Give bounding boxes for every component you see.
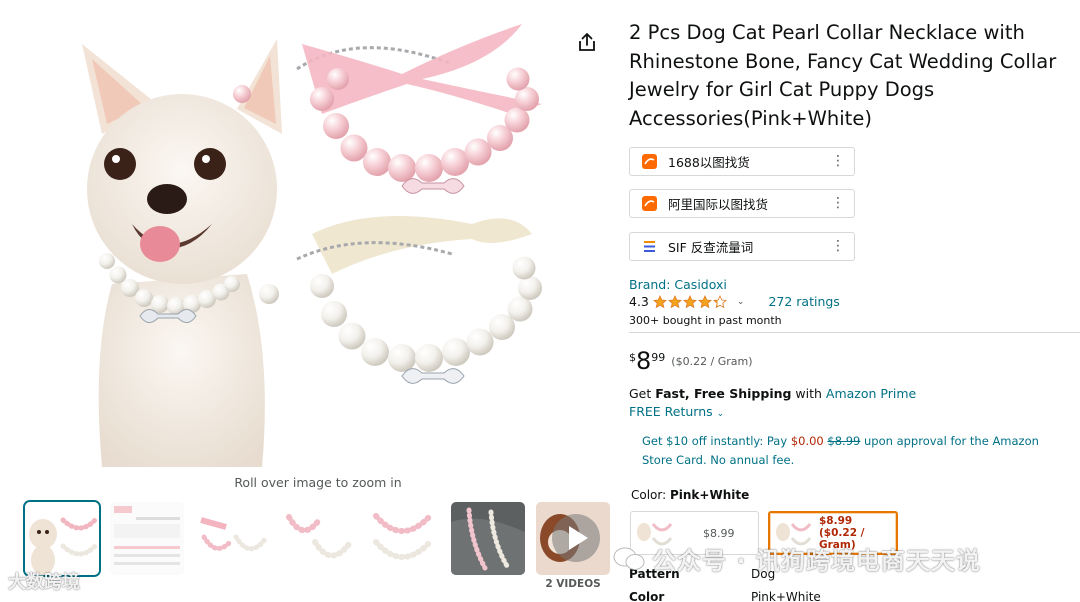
free-returns-link[interactable]: FREE Returns ⌄ <box>629 404 724 419</box>
wechat-icon <box>613 547 645 570</box>
bought-in-past-month: 300+ bought in past month <box>629 314 782 327</box>
selected-color-value: Pink+White <box>669 488 750 502</box>
watermark-text: 公众号 · 讯狗跨境电商天天说 <box>652 547 981 575</box>
rating-value: 4.3 <box>629 294 649 309</box>
shipping-prefix: Get <box>629 386 656 401</box>
sif-icon <box>642 239 657 254</box>
price-block: $ 8 99 ($0.22 / Gram) <box>629 348 753 374</box>
star-icon <box>652 294 667 308</box>
thumbnail-pearl-pair-a[interactable] <box>196 502 270 575</box>
more-options-icon[interactable]: ⋮ <box>831 239 845 254</box>
free-returns-label: FREE Returns <box>629 404 713 419</box>
plugin-alibaba-image-search[interactable]: 阿里国际以图找货 ⋮ <box>629 189 855 218</box>
store-card-promo[interactable]: Get $10 off instantly: Pay $0.00 $8.99 u… <box>642 432 1072 470</box>
thumbnail-pearl-pair-c[interactable] <box>366 502 440 575</box>
plugin-label: 阿里国际以图找货 <box>668 197 769 212</box>
star-icon <box>712 294 727 308</box>
plugin-label: SIF 反查流量词 <box>668 240 754 255</box>
brand-link[interactable]: Brand: Casidoxi <box>629 277 727 292</box>
unit-price: ($0.22 / Gram) <box>671 355 753 368</box>
color-selector-label: Color: Pink+White <box>631 488 749 502</box>
thumbnail-size-chart[interactable] <box>110 502 184 575</box>
thumbnail-pearl-pair-b[interactable] <box>281 502 355 575</box>
price-whole: 8 <box>636 347 652 375</box>
chevron-down-icon[interactable]: ⌄ <box>737 297 745 307</box>
thumbnail-main[interactable] <box>25 502 99 575</box>
promo-text-1: Get $10 off instantly: Pay <box>642 434 791 448</box>
price-currency: $ <box>629 351 636 364</box>
ratings-count-link[interactable]: 272 ratings <box>768 294 839 309</box>
shipping-middle: with <box>791 386 826 401</box>
plugin-label: 1688以图找货 <box>668 155 750 170</box>
watermark-left: 大数跨境 <box>8 572 80 593</box>
zoom-hint: Roll over image to zoom in <box>234 475 402 490</box>
thumbnail-video[interactable] <box>536 502 610 575</box>
star-icon <box>682 294 697 308</box>
star-icon <box>667 294 682 308</box>
thumbnail-on-cloth[interactable] <box>451 502 525 575</box>
swatch-price: $8.99 <box>703 526 735 540</box>
amazon-prime-link[interactable]: Amazon Prime <box>826 386 916 401</box>
shipping-info: Get Fast, Free Shipping with Amazon Prim… <box>629 386 916 401</box>
divider <box>629 332 1080 333</box>
shipping-bold: Fast, Free Shipping <box>655 386 792 401</box>
star-rating[interactable] <box>652 294 727 309</box>
videos-count-label: 2 VIDEOS <box>545 578 601 590</box>
swatch-price: $8.99 <box>819 515 853 527</box>
star-icon <box>697 294 712 308</box>
spec-value: Pink+White <box>751 590 821 602</box>
chevron-down-icon: ⌄ <box>716 409 725 419</box>
color-label: Color: <box>631 488 670 502</box>
rating-row: 4.3 ⌄ 272 ratings <box>629 294 840 309</box>
product-title: 2 Pcs Dog Cat Pearl Collar Necklace with… <box>629 21 1057 130</box>
more-options-icon[interactable]: ⋮ <box>831 154 845 169</box>
more-options-icon[interactable]: ⋮ <box>831 196 845 211</box>
spec-key: Color <box>629 590 665 602</box>
main-product-image[interactable] <box>72 24 567 467</box>
plugin-sif-keywords[interactable]: SIF 反查流量词 ⋮ <box>629 232 855 261</box>
promo-old-price: $8.99 <box>827 434 861 448</box>
alibaba-icon <box>642 196 657 211</box>
share-icon[interactable] <box>576 31 598 53</box>
watermark-right: 公众号 · 讯狗跨境电商天天说 <box>612 541 981 576</box>
1688-icon <box>642 154 657 169</box>
promo-pay-amount: $0.00 <box>790 434 824 448</box>
plugin-1688-image-search[interactable]: 1688以图找货 ⋮ <box>629 147 855 176</box>
price-fraction: 99 <box>651 351 666 364</box>
